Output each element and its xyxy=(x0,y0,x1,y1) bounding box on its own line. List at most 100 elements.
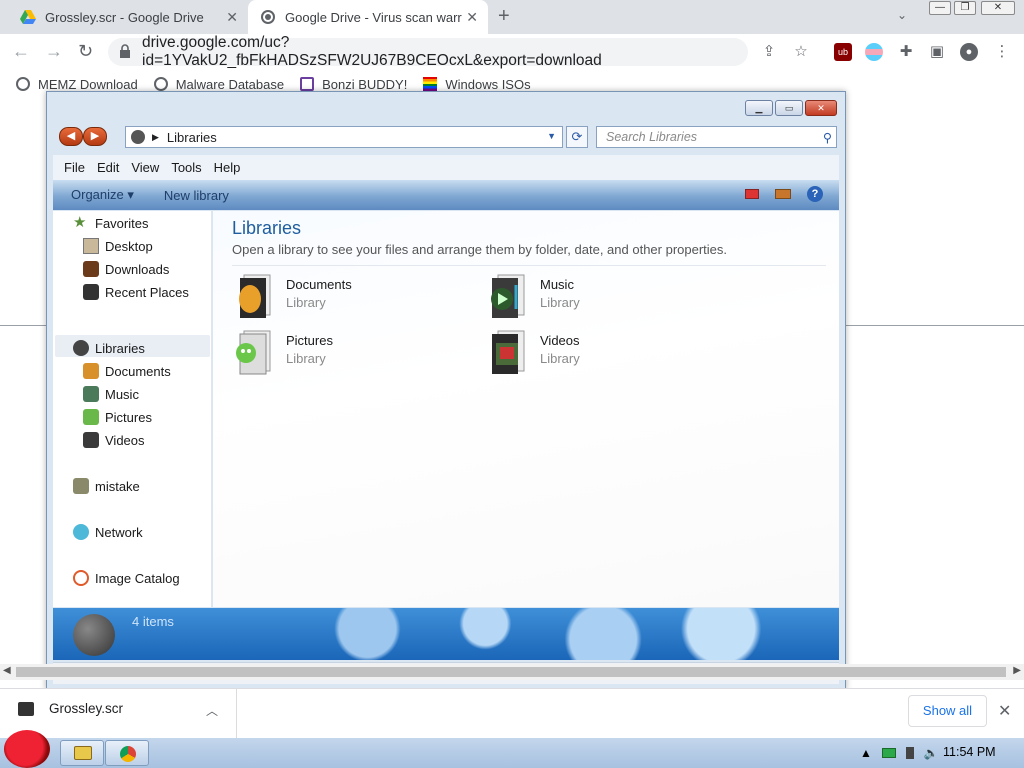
address-bar[interactable]: drive.google.com/uc?id=1YVakU2_fbFkHADSz… xyxy=(108,34,748,69)
nav-recent-places[interactable]: Recent Places xyxy=(83,282,189,302)
address-dropdown-icon[interactable]: ▼ xyxy=(547,131,556,141)
explorer-minimize-button[interactable]: ▁ xyxy=(745,100,773,116)
minimize-button[interactable]: — xyxy=(929,1,951,15)
nav-label: Recent Places xyxy=(105,284,189,300)
nav-label: Music xyxy=(105,386,139,402)
menu-help[interactable]: Help xyxy=(214,160,241,175)
new-tab-button[interactable]: + xyxy=(498,5,510,28)
battery-icon[interactable] xyxy=(881,748,896,758)
nav-videos[interactable]: Videos xyxy=(83,430,145,450)
nav-pictures[interactable]: Pictures xyxy=(83,407,152,427)
browser-toolbar: ← → ↻ drive.google.com/uc?id=1YVakU2_fbF… xyxy=(0,34,1024,70)
globe-icon xyxy=(261,10,275,24)
clock[interactable]: 11:54 PM xyxy=(943,745,996,759)
bookmark-windows-isos[interactable]: Windows ISOs xyxy=(423,77,531,92)
back-icon[interactable]: ← xyxy=(12,41,30,62)
library-type: Library xyxy=(286,295,326,310)
homegroup-icon xyxy=(73,478,89,494)
forward-icon[interactable]: → xyxy=(45,41,63,62)
library-type: Library xyxy=(540,295,580,310)
nav-homegroup[interactable]: mistake xyxy=(73,476,140,496)
tab-title: Google Drive - Virus scan warr xyxy=(285,9,462,25)
videos-library-icon xyxy=(492,330,525,374)
taskbar-chrome-button[interactable] xyxy=(105,740,149,766)
show-hidden-icons-icon[interactable]: ▲ xyxy=(860,746,872,760)
nav-image-catalog[interactable]: Image Catalog xyxy=(73,568,180,588)
file-icon xyxy=(18,701,34,716)
show-all-button[interactable]: Show all xyxy=(908,695,987,727)
explorer-close-button[interactable]: ✕ xyxy=(805,100,837,116)
library-videos[interactable]: Videos Library xyxy=(488,329,580,379)
side-panel-icon[interactable]: ▣ xyxy=(928,43,946,61)
ublock-extension-icon[interactable]: ub xyxy=(834,43,852,61)
libraries-orb-icon xyxy=(131,130,145,144)
download-item[interactable]: Grossley.scr xyxy=(18,701,123,716)
rainbow-flag-icon xyxy=(423,77,438,91)
library-name: Pictures xyxy=(286,333,333,348)
organize-button[interactable]: Organize ▾ xyxy=(71,187,134,203)
restore-button[interactable]: ❐ xyxy=(954,1,976,15)
search-placeholder: Search Libraries xyxy=(606,130,698,144)
nav-desktop[interactable]: Desktop xyxy=(83,236,153,256)
extension-flag-icon[interactable] xyxy=(865,43,883,61)
nav-label: Libraries xyxy=(95,340,145,356)
search-icon[interactable]: ⚲ xyxy=(823,128,832,148)
download-options-chevron-icon[interactable]: ︿ xyxy=(206,702,218,719)
close-window-button[interactable]: ✕ xyxy=(981,1,1015,15)
extensions-puzzle-icon[interactable]: ✚ xyxy=(897,43,915,61)
scroll-right-icon[interactable]: ▶ xyxy=(1013,665,1021,676)
nav-favorites[interactable]: ★ Favorites xyxy=(73,213,148,233)
breadcrumb-arrow-icon[interactable]: ▶ xyxy=(152,132,159,143)
library-name: Music xyxy=(540,277,574,292)
nav-libraries[interactable]: Libraries xyxy=(73,338,145,358)
bookmark-star-icon[interactable]: ☆ xyxy=(792,43,810,61)
help-icon[interactable]: ? xyxy=(807,186,823,202)
explorer-maximize-button[interactable]: ▭ xyxy=(775,100,803,116)
window-caption-buttons: ▁ ▭ ✕ xyxy=(745,100,837,116)
lock-icon xyxy=(120,44,130,58)
share-icon[interactable]: ⇪ xyxy=(760,43,778,61)
bookmark-memz[interactable]: MEMZ Download xyxy=(16,77,138,92)
explorer-window[interactable]: ▁ ▭ ✕ ◀ ▶ ▶ Libraries ▼ ⟳ Search Librari… xyxy=(46,91,846,691)
nav-downloads[interactable]: Downloads xyxy=(83,259,169,279)
library-music[interactable]: Music Library xyxy=(488,273,580,323)
scrollbar-thumb[interactable] xyxy=(16,667,1006,677)
network-tray-icon[interactable] xyxy=(905,747,914,759)
close-tab-icon[interactable]: ✕ xyxy=(226,9,238,26)
nav-label: Documents xyxy=(105,363,171,379)
new-library-button[interactable]: New library xyxy=(164,188,229,203)
more-menu-icon[interactable]: ⋮ xyxy=(993,43,1011,61)
taskbar-explorer-button[interactable] xyxy=(60,740,104,766)
horizontal-scrollbar[interactable]: ◀ ▶ xyxy=(0,664,1024,680)
preview-pane-icon[interactable] xyxy=(775,189,791,199)
view-options-icon[interactable] xyxy=(745,189,759,199)
tab-search-chevron-icon[interactable]: ⌄ xyxy=(897,8,907,22)
close-tab-icon[interactable]: ✕ xyxy=(466,9,478,26)
menu-view[interactable]: View xyxy=(131,160,159,175)
library-documents[interactable]: Documents Library xyxy=(234,273,352,323)
explorer-address-bar[interactable]: ▶ Libraries ▼ xyxy=(125,126,563,148)
tab-grossley-drive[interactable]: Grossley.scr - Google Drive ✕ xyxy=(8,0,248,34)
tab-virus-scan-warning[interactable]: Google Drive - Virus scan warr ✕ xyxy=(248,0,488,34)
scroll-left-icon[interactable]: ◀ xyxy=(3,665,11,676)
details-pane: 4 items xyxy=(53,608,839,660)
close-download-shelf-icon[interactable]: ✕ xyxy=(998,701,1011,721)
menu-tools[interactable]: Tools xyxy=(171,160,201,175)
start-button-angry-bird-icon[interactable] xyxy=(4,730,50,768)
library-pictures[interactable]: Pictures Library xyxy=(234,329,333,379)
search-libraries-input[interactable]: Search Libraries ⚲ xyxy=(596,126,837,148)
refresh-icon[interactable]: ⟳ xyxy=(566,126,588,148)
forward-arrow-icon[interactable]: ▶ xyxy=(83,127,107,146)
back-arrow-icon[interactable]: ◀ xyxy=(59,127,83,146)
profile-avatar[interactable]: ● xyxy=(960,43,978,61)
menu-file[interactable]: File xyxy=(64,160,85,175)
nav-documents[interactable]: Documents xyxy=(83,361,171,381)
volume-icon[interactable]: 🔈 xyxy=(924,746,939,760)
nav-network[interactable]: Network xyxy=(73,522,143,542)
bookmark-malware-database[interactable]: Malware Database xyxy=(153,77,284,92)
bookmark-bonzi-buddy[interactable]: Bonzi BUDDY! xyxy=(300,77,407,92)
nav-music[interactable]: Music xyxy=(83,384,139,404)
address-text: Libraries xyxy=(166,129,217,145)
menu-edit[interactable]: Edit xyxy=(97,160,119,175)
reload-icon[interactable]: ↻ xyxy=(78,41,93,62)
